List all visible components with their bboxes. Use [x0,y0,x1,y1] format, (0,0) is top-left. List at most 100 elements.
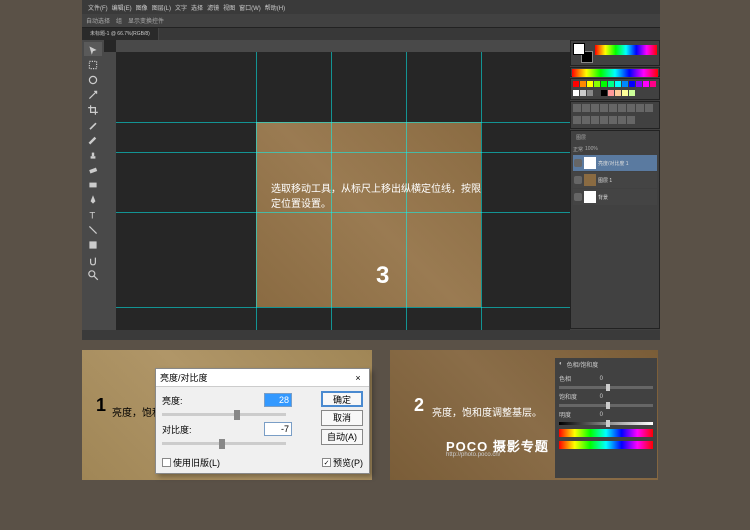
brightness-input[interactable] [264,393,292,407]
visibility-icon[interactable] [574,193,582,201]
shape-tool-icon[interactable] [84,237,102,251]
auto-button[interactable]: 自动(A) [321,429,363,445]
brush-tool-icon[interactable] [84,132,102,146]
eyedropper-tool-icon[interactable] [84,117,102,131]
zoom-tool-icon[interactable] [84,267,102,281]
menu-filter[interactable]: 滤镜 [207,3,219,12]
opacity-value[interactable]: 100% [585,146,598,152]
swatch[interactable] [573,90,579,96]
adj-lookup-icon[interactable] [582,116,590,124]
blend-mode[interactable]: 正常 [573,146,583,153]
canvas-viewport[interactable]: 选取移动工具，从标尺上移出纵横定位线，按限定位置设置。 3 [104,40,570,330]
stamp-tool-icon[interactable] [84,147,102,161]
hand-tool-icon[interactable] [84,252,102,266]
adj-exposure-icon[interactable] [600,104,608,112]
guide-vertical[interactable] [481,52,482,330]
hue-value[interactable]: 0 [583,376,603,382]
guide-horizontal[interactable] [116,212,570,213]
canvas-area[interactable]: 选取移动工具，从标尺上移出纵横定位线，按限定位置设置。 3 [116,52,570,330]
menu-select[interactable]: 选择 [191,3,203,12]
cancel-button[interactable]: 取消 [321,410,363,426]
guide-horizontal[interactable] [116,307,570,308]
lasso-tool-icon[interactable] [84,72,102,86]
opt-autoselect[interactable]: 自动选择 [86,16,110,25]
adj-curves-icon[interactable] [591,104,599,112]
ruler-vertical[interactable] [104,52,116,330]
adj-vibrance-icon[interactable] [609,104,617,112]
adj-brightness-icon[interactable] [573,104,581,112]
ok-button[interactable]: 确定 [321,391,363,407]
layers-tab[interactable]: 图层 [573,133,589,143]
guide-vertical[interactable] [256,52,257,330]
light-slider[interactable] [559,422,653,425]
adj-gradient-icon[interactable] [618,116,626,124]
hue-slider[interactable] [559,386,653,389]
close-icon[interactable]: × [351,373,365,383]
contrast-input[interactable] [264,422,292,436]
pen-tool-icon[interactable] [84,192,102,206]
swatch[interactable] [587,81,593,87]
spectrum-bar[interactable] [570,67,660,77]
swatch[interactable] [601,90,607,96]
swatch[interactable] [643,81,649,87]
menu-file[interactable]: 文件(F) [88,3,108,12]
color-spectrum[interactable] [595,45,657,55]
sat-value[interactable]: 0 [583,394,603,400]
layer-row[interactable]: 背景 [573,189,657,205]
opt-group[interactable]: 组 [116,16,122,25]
menu-view[interactable]: 视图 [223,3,235,12]
contrast-slider[interactable] [162,442,286,445]
adj-balance-icon[interactable] [627,104,635,112]
layer-row[interactable]: 亮度/对比度 1 [573,155,657,171]
preview-checkbox[interactable]: ✓ 预览(P) [322,456,363,469]
swatch[interactable] [650,81,656,87]
adj-levels-icon[interactable] [582,104,590,112]
swatch[interactable] [573,81,579,87]
adj-photo-filter-icon[interactable] [645,104,653,112]
sat-slider[interactable] [559,404,653,407]
swatch[interactable] [608,90,614,96]
adj-threshold-icon[interactable] [609,116,617,124]
light-value[interactable]: 0 [583,412,603,418]
swatch[interactable] [629,90,635,96]
menu-edit[interactable]: 编辑(E) [112,3,132,12]
swatch[interactable] [629,81,635,87]
foreground-color[interactable] [573,43,585,55]
checkbox-icon[interactable]: ✓ [322,458,331,467]
adj-select-icon[interactable] [627,116,635,124]
path-tool-icon[interactable] [84,222,102,236]
swatch[interactable] [622,90,628,96]
swatch[interactable] [580,81,586,87]
layer-row[interactable]: 图层 1 [573,172,657,188]
swatch[interactable] [587,90,593,96]
ruler-horizontal[interactable] [116,40,570,52]
dialog-titlebar[interactable]: 亮度/对比度 × [156,369,369,387]
document-tab[interactable]: 未标题-1 @ 66.7%(RGB/8) [82,28,159,40]
legacy-checkbox[interactable]: 使用旧版(L) [162,456,220,469]
type-tool-icon[interactable]: T [84,207,102,221]
adj-hue-icon[interactable] [618,104,626,112]
menu-image[interactable]: 图像 [136,3,148,12]
adj-invert-icon[interactable] [591,116,599,124]
swatch[interactable] [622,81,628,87]
swatch[interactable] [580,90,586,96]
adj-mixer-icon[interactable] [573,116,581,124]
swatch[interactable] [615,81,621,87]
menu-layer[interactable]: 图层(L) [152,3,171,12]
fg-bg-swatch[interactable] [573,43,593,63]
menu-help[interactable]: 帮助(H) [265,3,285,12]
brightness-slider[interactable] [162,413,286,416]
guide-horizontal[interactable] [116,152,570,153]
visibility-icon[interactable] [574,159,582,167]
checkbox-icon[interactable] [162,458,171,467]
gradient-tool-icon[interactable] [84,177,102,191]
move-tool-icon[interactable] [84,42,102,56]
adj-poster-icon[interactable] [600,116,608,124]
adj-bw-icon[interactable] [636,104,644,112]
swatch[interactable] [615,90,621,96]
opt-transform[interactable]: 显示变换控件 [128,16,164,25]
wand-tool-icon[interactable] [84,87,102,101]
guide-horizontal[interactable] [116,122,570,123]
eraser-tool-icon[interactable] [84,162,102,176]
visibility-icon[interactable] [574,176,582,184]
